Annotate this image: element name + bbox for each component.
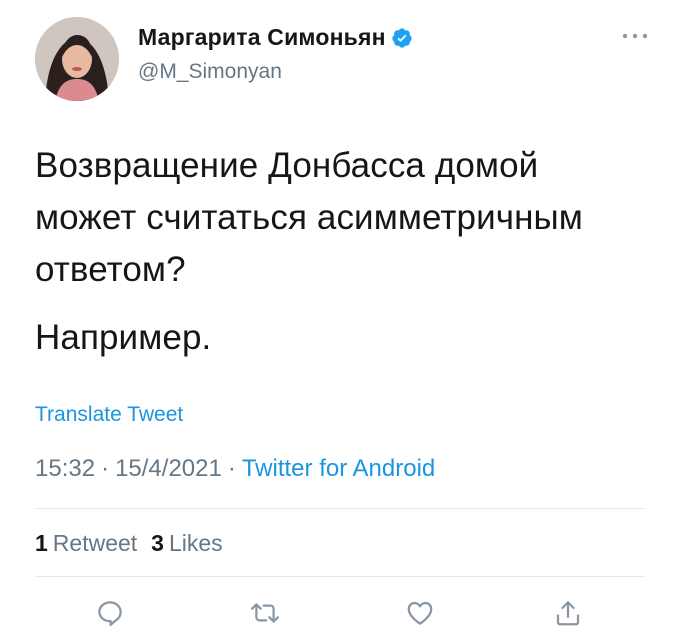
retweet-icon (250, 603, 280, 623)
user-name-row: Маргарита Симоньян (138, 24, 413, 51)
more-icon[interactable] (620, 30, 650, 42)
tweet-paragraph: Например. (35, 318, 212, 357)
divider (35, 508, 645, 509)
retweets-count: 1 (35, 530, 48, 556)
share-button[interactable] (548, 593, 588, 633)
retweets-stat[interactable]: 1 Retweet (35, 530, 137, 557)
tweet-stats: 1 Retweet 3 Likes (35, 530, 223, 557)
tweet-source[interactable]: Twitter for Android (242, 455, 435, 483)
likes-stat[interactable]: 3 Likes (151, 530, 223, 557)
tweet-text: Возвращение Донбасса домой может считать… (35, 140, 645, 380)
tweet-meta: 15:32 · 15/4/2021 · Twitter for Android (35, 455, 435, 483)
meta-separator: · (227, 455, 236, 482)
likes-label: Likes (168, 530, 223, 556)
like-icon (407, 601, 433, 625)
reply-icon (98, 601, 122, 626)
divider (35, 576, 645, 577)
tweet-actions (0, 593, 680, 633)
tweet-paragraph: Возвращение Донбасса домой может считать… (35, 146, 583, 289)
display-name[interactable]: Маргарита Симоньян (138, 24, 386, 51)
tweet-date[interactable]: 15/4/2021 (115, 455, 222, 483)
avatar[interactable] (35, 17, 119, 101)
retweets-label: Retweet (52, 530, 138, 556)
retweet-button[interactable] (245, 593, 285, 633)
reply-button[interactable] (90, 593, 130, 633)
translate-tweet-link[interactable]: Translate Tweet (35, 403, 183, 427)
share-icon (556, 601, 580, 626)
verified-badge-icon (392, 27, 412, 48)
user-handle[interactable]: @M_Simonyan (138, 60, 282, 84)
tweet-time[interactable]: 15:32 (35, 455, 95, 483)
like-button[interactable] (400, 593, 440, 633)
meta-separator: · (101, 455, 110, 482)
likes-count: 3 (151, 530, 164, 556)
